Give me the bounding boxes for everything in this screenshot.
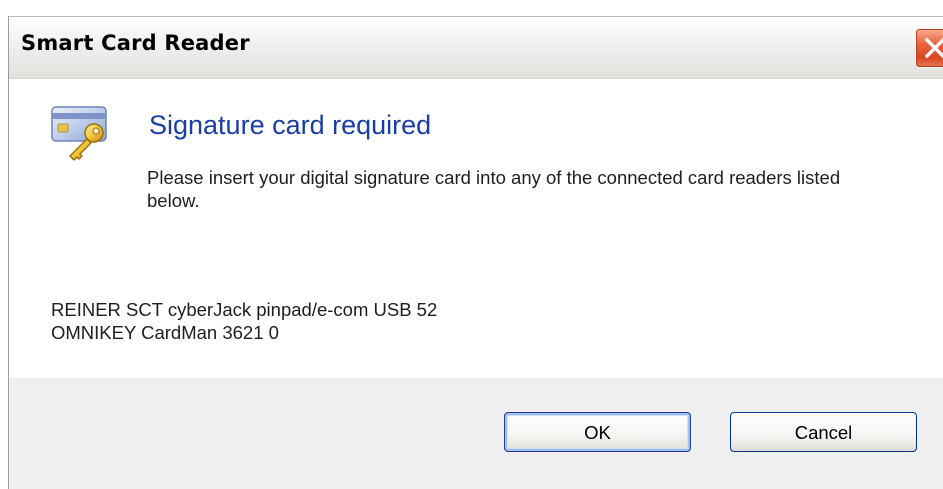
dialog-description: Please insert your digital signature car… [147, 167, 841, 211]
ok-button[interactable]: OK [504, 412, 691, 452]
dialog-content: Signature card required Please insert yo… [9, 79, 943, 369]
button-bar: OK Cancel [9, 378, 943, 489]
cancel-button[interactable]: Cancel [730, 412, 917, 452]
list-item: OMNIKEY CardMan 3621 0 [51, 322, 279, 343]
smart-card-reader-dialog: Smart Card Reader Signature card require… [0, 0, 943, 489]
card-reader-list: REINER SCT cyberJack pinpad/e-com USB 52… [51, 298, 437, 344]
close-button[interactable] [915, 28, 943, 68]
list-item: REINER SCT cyberJack pinpad/e-com USB 52 [51, 299, 438, 320]
title-bar[interactable]: Smart Card Reader [9, 17, 943, 79]
dialog-heading: Signature card required [149, 110, 432, 140]
close-icon [924, 37, 943, 59]
smart-card-key-icon [51, 106, 107, 161]
window-title: Smart Card Reader [21, 31, 250, 55]
